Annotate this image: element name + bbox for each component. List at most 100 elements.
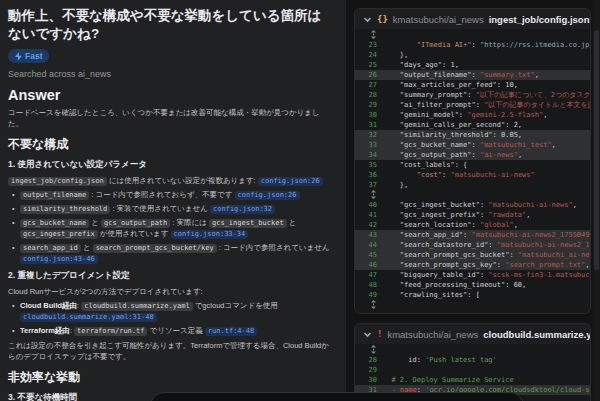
inline-code: gcs_ingest_bucket	[209, 219, 287, 228]
scrollbar-thumb[interactable]	[594, 30, 599, 270]
file-reference-link[interactable]: cloudbuild.summarize.yaml:31-48	[20, 313, 157, 322]
answer-text: : 実際には	[170, 218, 209, 227]
question-input[interactable]	[150, 392, 524, 401]
code-line: 35 "cost_labels": {	[355, 160, 590, 170]
chevron-down-icon[interactable]	[363, 15, 372, 24]
answer-text: 3. 不要な待機時間	[8, 392, 77, 401]
inline-code: search_app_id	[20, 244, 81, 253]
answer-bullet: similarity_threshold : 実装で使用されていません conf…	[20, 203, 334, 214]
line-number: 37	[355, 180, 383, 190]
chevron-down-icon[interactable]	[363, 330, 372, 339]
line-number: 36	[355, 170, 383, 180]
folded-region-row[interactable]	[355, 300, 590, 310]
file-reference-link[interactable]: config.json:26	[258, 177, 323, 186]
code-reference-panel: {} kmatsubuchi/ai_news ingest_job/config.j…	[346, 0, 600, 401]
inline-code: output_filename	[20, 191, 89, 200]
file-reference-link[interactable]: config.json:43-46	[20, 255, 98, 264]
answer-text: : 実装で使用されていません	[110, 204, 210, 213]
line-number: 45	[355, 250, 383, 260]
line-number: 32	[355, 130, 383, 140]
line-number: 26	[355, 70, 383, 80]
code-line: 36 "cost": "matsubuchi-ai-news"	[355, 170, 590, 180]
line-number: 28	[355, 355, 383, 365]
answer-p: これは設定の不整合を引き起こす可能性があります。Terraformで管理する場合…	[8, 340, 334, 362]
repo-name: kmatsubuchi/ai_news	[393, 14, 484, 25]
fast-mode-badge[interactable]: Fast	[8, 49, 49, 63]
code-line: 44 "search_datastore_id": "matsubuchi-ai…	[355, 240, 590, 250]
answer-text: 不要な構成	[8, 137, 68, 151]
filetype-icon: {}	[377, 14, 388, 24]
code-block-header[interactable]: {} kmatsubuchi/ai_news ingest_job/config.j…	[355, 9, 590, 29]
inline-code: gcs_bucket_name	[20, 219, 89, 228]
folded-region-row[interactable]	[355, 345, 590, 355]
line-number: 30	[355, 375, 383, 385]
code-line: 28 "summary_prompt": "以下の記事について、2つのタスクを実…	[355, 90, 590, 100]
file-reference-link[interactable]: run.tf:4-48	[205, 327, 257, 336]
unfold-icon[interactable]	[355, 30, 383, 40]
inline-code: search_prompt_gcs_bucket/key	[93, 244, 217, 253]
answer-text: : コード内で参照されておらず、不要です	[89, 190, 234, 199]
code-blocks: {} kmatsubuchi/ai_news ingest_job/config.j…	[354, 8, 591, 401]
code-line: 43 "search_app_id": "matsubuchi-ai-news2…	[355, 230, 590, 240]
line-number: 41	[355, 210, 383, 220]
file-reference-link[interactable]: config.json:32	[210, 205, 275, 214]
code-line: 29 "ai_filter_prompt": "以下の記事のタイトルと本文を読み…	[355, 100, 590, 110]
searched-across-label: Searched across ai_news	[8, 69, 334, 79]
answer-p: ingest_job/config.json には使用されていない設定が複数あり…	[8, 175, 334, 186]
answer-bullet: search_app_id と search_prompt_gcs_bucket…	[20, 242, 334, 264]
code-line: 32 "similarity_threshold": 0.05,	[355, 130, 590, 140]
code-line: 27 "max_articles_per_feed": 10,	[355, 80, 590, 90]
line-number: 29	[355, 365, 383, 375]
answer-text: と	[89, 218, 101, 227]
answer-heading: Answer	[8, 87, 334, 103]
line-number: 42	[355, 220, 383, 230]
answer-text: と	[287, 218, 297, 227]
unfold-icon[interactable]	[355, 300, 383, 310]
line-number: 44	[355, 240, 383, 250]
app-window: 動作上、不要な構成や不要な挙動をしている箇所はないですかね? Fast Sear…	[0, 0, 600, 401]
bold-text: Cloud Build経由	[20, 301, 77, 310]
answer-h3: 2. 重複したデプロイメント設定	[8, 270, 334, 282]
inline-code: terraform/run.tf	[74, 327, 147, 336]
code-line: 30 "gemini_model": "gemini-2.5-flash",	[355, 110, 590, 120]
line-number: 25	[355, 60, 383, 70]
line-number: 49	[355, 290, 383, 300]
code-line: 47 "bigquery_table_id": "scsk-ms-fin3-1.…	[355, 270, 590, 280]
line-number: 30	[355, 110, 383, 120]
inline-code: ingest_job/config.json	[8, 177, 107, 186]
answer-h2: 不要な構成	[8, 136, 334, 153]
answer-text: 1. 使用されていない設定パラメータ	[8, 159, 147, 169]
file-name: ingest_job/config.json	[489, 14, 590, 25]
file-reference-link[interactable]: config.json:26	[235, 191, 300, 200]
answer-text: 非効率な挙動	[8, 370, 80, 384]
answer-bullet: output_filename : コード内で参照されておらず、不要です con…	[20, 189, 334, 200]
line-number: 35	[355, 160, 383, 170]
line-number: 46	[355, 260, 383, 270]
code-line: 28 id: 'Push latest tag'	[355, 355, 590, 365]
code-block-body: 23 "ITmedia AI+": "https://rss.itmedia.c…	[355, 29, 590, 313]
answer-text: が使用されています	[98, 229, 171, 238]
line-number: 23	[355, 40, 383, 50]
file-name: cloudbuild.summarize.yaml	[483, 329, 591, 340]
bold-text: Terraform経由	[20, 326, 70, 335]
file-reference-link[interactable]: config.json:33-34	[171, 230, 249, 239]
filetype-icon: !	[377, 329, 382, 339]
code-block-header[interactable]: !kmatsubuchi/ai_newscloudbuild.summarize…	[355, 324, 590, 344]
answer-h2: 非効率な挙動	[8, 369, 334, 386]
line-number: 33	[355, 140, 383, 150]
answer-bullet: gcs_bucket_name と gcs_output_path : 実際には…	[20, 217, 334, 239]
scrollbar-track[interactable]	[593, 0, 600, 401]
inline-code: gcs_output_path	[101, 219, 170, 228]
unfold-icon[interactable]	[355, 190, 383, 200]
unfold-icon[interactable]	[355, 345, 383, 355]
folded-region-row[interactable]	[355, 30, 590, 40]
answer-text: と	[81, 243, 93, 252]
line-number: 29	[355, 100, 383, 110]
answer-text: 2. 重複したデプロイメント設定	[8, 270, 130, 280]
code-line: 49 "crawling_sites": [	[355, 290, 590, 300]
answer-text: これは設定の不整合を引き起こす可能性があります。Terraformで管理する場合…	[8, 341, 329, 361]
folded-region-row[interactable]	[355, 190, 590, 200]
lightning-icon	[15, 52, 22, 61]
line-number: 27	[355, 80, 383, 90]
code-line: 40 "gcs_ingest_bucket": "matsubuchi-ai-n…	[355, 200, 590, 210]
